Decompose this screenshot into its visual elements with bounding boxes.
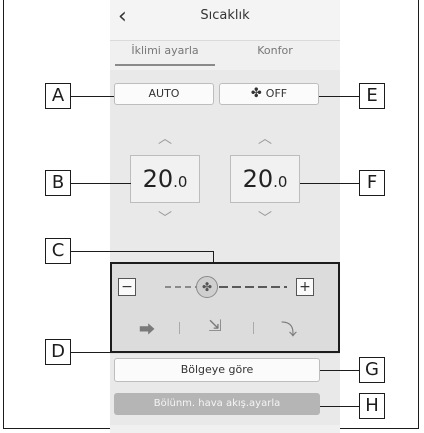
callout-line-g (320, 370, 359, 371)
callout-line-h (320, 406, 359, 407)
callout-line-d (71, 352, 111, 353)
callout-label-c: C (45, 238, 71, 264)
callout-label-d: D (45, 339, 71, 365)
airflow-body-icon[interactable]: ⇲ (202, 316, 228, 335)
callout-line-c (71, 251, 213, 252)
callout-line-e (319, 96, 359, 97)
callout-label-h: H (359, 393, 385, 419)
callout-bracket-d-right (338, 262, 340, 353)
callout-bracket-d-bottom (110, 351, 340, 353)
callout-line-b (71, 183, 131, 184)
split-airflow-button[interactable]: Bölünm. hava akış.ayarla (114, 393, 320, 415)
callout-label-a: A (45, 83, 71, 109)
callout-label-g: G (359, 357, 385, 383)
airflow-separator (253, 322, 254, 334)
callout-label-b: B (45, 170, 71, 196)
callout-label-e: E (359, 83, 385, 109)
airflow-face-icon[interactable]: ⮕ (134, 316, 160, 340)
callout-label-f: F (359, 170, 385, 196)
airflow-separator (179, 322, 180, 334)
callout-bracket-d-left (110, 262, 112, 353)
zone-button[interactable]: Bölgeye göre (114, 358, 320, 382)
fan-speed-knob[interactable]: ✤ (196, 276, 218, 298)
airflow-feet-icon[interactable]: ⤵ (276, 316, 302, 340)
callout-line-a (71, 96, 114, 97)
callout-line-f (300, 183, 359, 184)
callout-line-c-drop (213, 251, 214, 264)
